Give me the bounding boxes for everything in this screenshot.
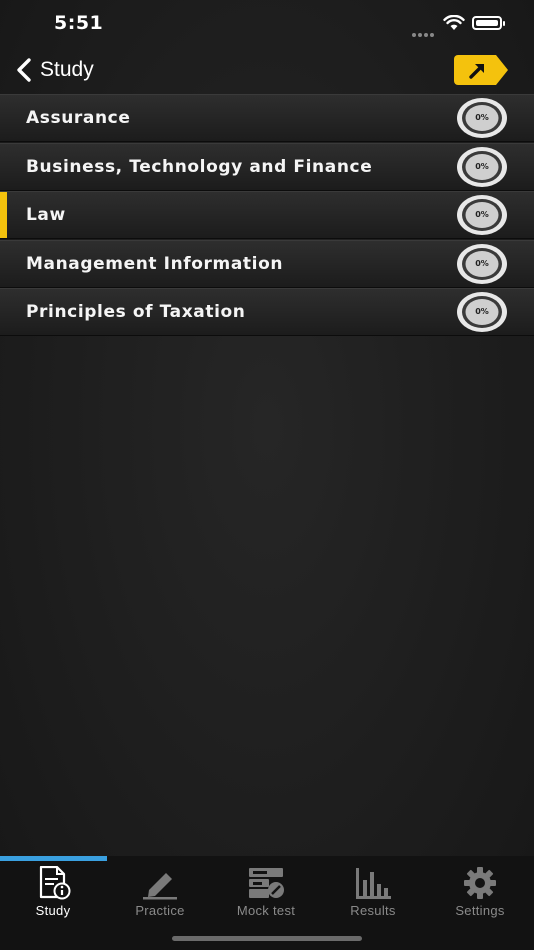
navigation-bar: Study <box>0 46 534 94</box>
subject-label: Management Information <box>26 253 284 274</box>
share-button[interactable] <box>454 55 508 85</box>
bar-chart-icon <box>356 868 391 899</box>
tab-study[interactable]: Study <box>0 862 106 918</box>
study-document-icon <box>39 866 71 900</box>
tab-settings[interactable]: Settings <box>427 862 533 918</box>
wifi-icon <box>443 15 465 30</box>
tab-label: Mock test <box>236 903 296 918</box>
progress-ring: 0% <box>456 146 508 188</box>
progress-ring: 0% <box>456 97 508 139</box>
home-indicator <box>172 936 362 941</box>
chevron-left-icon <box>17 58 31 82</box>
back-button[interactable]: Study <box>14 54 94 86</box>
subject-row[interactable]: Assurance 0% <box>0 94 534 141</box>
back-label: Study <box>40 58 94 81</box>
tab-label: Practice <box>135 903 185 918</box>
subject-label: Law <box>26 205 66 226</box>
progress-percent: 0% <box>475 210 489 220</box>
progress-ring: 0% <box>456 291 508 333</box>
progress-percent: 0% <box>475 258 489 268</box>
status-bar: 5:51 <box>0 0 534 46</box>
cellular-signal-icon <box>412 22 436 37</box>
subject-label: Principles of Taxation <box>26 302 246 323</box>
progress-percent: 0% <box>475 307 489 317</box>
mock-test-icon <box>249 868 284 898</box>
selected-accent <box>0 192 7 239</box>
status-time: 5:51 <box>54 12 104 34</box>
subject-row[interactable]: Business, Technology and Finance 0% <box>0 142 534 190</box>
active-tab-indicator <box>0 856 107 861</box>
subject-label: Business, Technology and Finance <box>26 156 373 177</box>
tab-results[interactable]: Results <box>320 862 426 918</box>
tab-label: Results <box>350 903 396 918</box>
tab-mock-test[interactable]: Mock test <box>213 862 319 918</box>
progress-percent: 0% <box>475 161 489 171</box>
battery-icon <box>472 16 505 30</box>
subject-list: Assurance 0% Business, Technology and Fi… <box>0 94 534 337</box>
tab-practice[interactable]: Practice <box>107 862 213 918</box>
progress-ring: 0% <box>456 243 508 285</box>
subject-row[interactable]: Principles of Taxation 0% <box>0 288 534 336</box>
tab-label: Study <box>35 903 71 918</box>
gear-icon <box>464 867 496 899</box>
progress-ring: 0% <box>456 194 508 236</box>
subject-row[interactable]: Management Information 0% <box>0 239 534 287</box>
progress-percent: 0% <box>475 113 489 122</box>
subject-label: Assurance <box>26 108 131 128</box>
share-arrow-icon <box>454 55 508 85</box>
tab-label: Settings <box>455 903 505 918</box>
pencil-icon <box>143 873 177 900</box>
subject-row[interactable]: Law 0% <box>0 191 534 239</box>
